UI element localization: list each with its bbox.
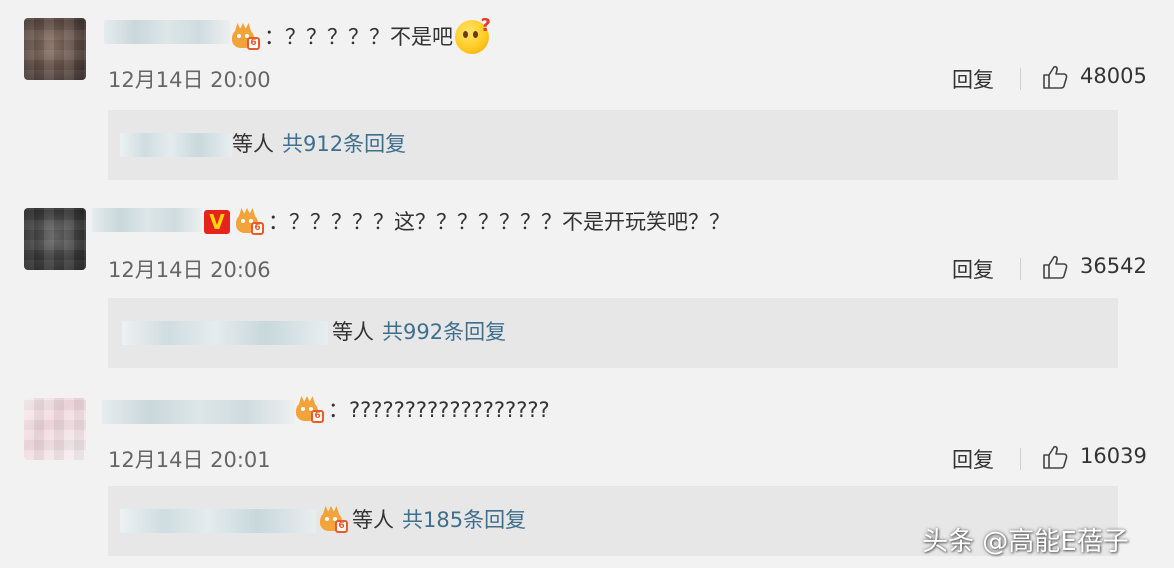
thumbs-up-icon[interactable] xyxy=(1042,444,1068,470)
crown-level-icon[interactable]: 6 xyxy=(296,397,324,423)
like-count: 16039 xyxy=(1080,444,1147,468)
replier-suffix: 等人 xyxy=(352,508,394,532)
comment-timestamp: 12月14日 20:01 xyxy=(108,448,271,472)
username-blurred[interactable] xyxy=(104,20,230,44)
reply-button[interactable]: 回复 xyxy=(952,254,994,284)
comment-text-line: V 6 ：？？？？？这？？？？？？？不是开玩笑吧？？ xyxy=(204,208,730,236)
reply-summary-box[interactable]: 等人 共992条回复 xyxy=(108,298,1118,368)
avatar[interactable] xyxy=(24,398,86,460)
reply-summary: 等人 共912条回复 xyxy=(232,130,406,158)
reply-summary-box[interactable]: 等人 共912条回复 xyxy=(108,110,1118,180)
avatar-blur xyxy=(24,18,86,80)
total-replies-link[interactable]: 共912条回复 xyxy=(282,130,406,158)
comment-text: ：？？？？？这？？？？？？？不是开玩笑吧？？ xyxy=(268,210,730,234)
comment-text-line: 6 ：?????????????????? xyxy=(296,396,550,424)
replier-names-blurred xyxy=(120,133,232,157)
comment-text: ：？？？？？不是吧 xyxy=(264,25,453,49)
avatar-blur xyxy=(24,208,86,270)
reply-button[interactable]: 回复 xyxy=(952,64,994,94)
avatar[interactable] xyxy=(24,18,86,80)
comment-item: 6 ：？？？？？不是吧 12月14日 20:00 回复 48005 等人 共91… xyxy=(0,0,1174,190)
replier-suffix: 等人 xyxy=(332,320,374,344)
username-blurred[interactable] xyxy=(102,400,294,424)
replier-names-blurred xyxy=(120,509,316,533)
thumbs-up-icon[interactable] xyxy=(1042,254,1068,280)
total-replies-link[interactable]: 共185条回复 xyxy=(402,506,526,534)
avatar[interactable] xyxy=(24,208,86,270)
reply-button[interactable]: 回复 xyxy=(952,444,994,474)
verified-v-icon[interactable]: V xyxy=(204,210,230,234)
replier-names-blurred xyxy=(122,321,328,345)
username-blurred[interactable] xyxy=(92,208,202,232)
crown-level-icon[interactable]: 6 xyxy=(232,24,260,50)
watermark: 头条 @高能E蓓子 xyxy=(922,527,1129,557)
crown-level-icon[interactable]: 6 xyxy=(320,507,348,533)
divider xyxy=(1020,258,1021,280)
comment-item: V 6 ：？？？？？这？？？？？？？不是开玩笑吧？？ 12月14日 20:06 … xyxy=(0,190,1174,380)
comment-timestamp: 12月14日 20:00 xyxy=(108,68,271,92)
crown-level-icon[interactable]: 6 xyxy=(236,209,264,235)
reply-summary: 6 等人 共185条回复 xyxy=(320,506,526,534)
like-count: 48005 xyxy=(1080,64,1147,88)
divider xyxy=(1020,68,1021,90)
replier-suffix: 等人 xyxy=(232,132,274,156)
total-replies-link[interactable]: 共992条回复 xyxy=(382,318,506,346)
comment-timestamp: 12月14日 20:06 xyxy=(108,258,271,282)
thumbs-up-icon[interactable] xyxy=(1042,64,1068,90)
avatar-blur xyxy=(24,398,86,460)
comment-text: ：?????????????????? xyxy=(328,398,550,422)
reply-summary: 等人 共992条回复 xyxy=(332,318,506,346)
like-count: 36542 xyxy=(1080,254,1147,278)
surprised-face-emoji xyxy=(455,12,491,54)
comment-text-line: 6 ：？？？？？不是吧 xyxy=(232,12,491,54)
divider xyxy=(1020,448,1021,470)
